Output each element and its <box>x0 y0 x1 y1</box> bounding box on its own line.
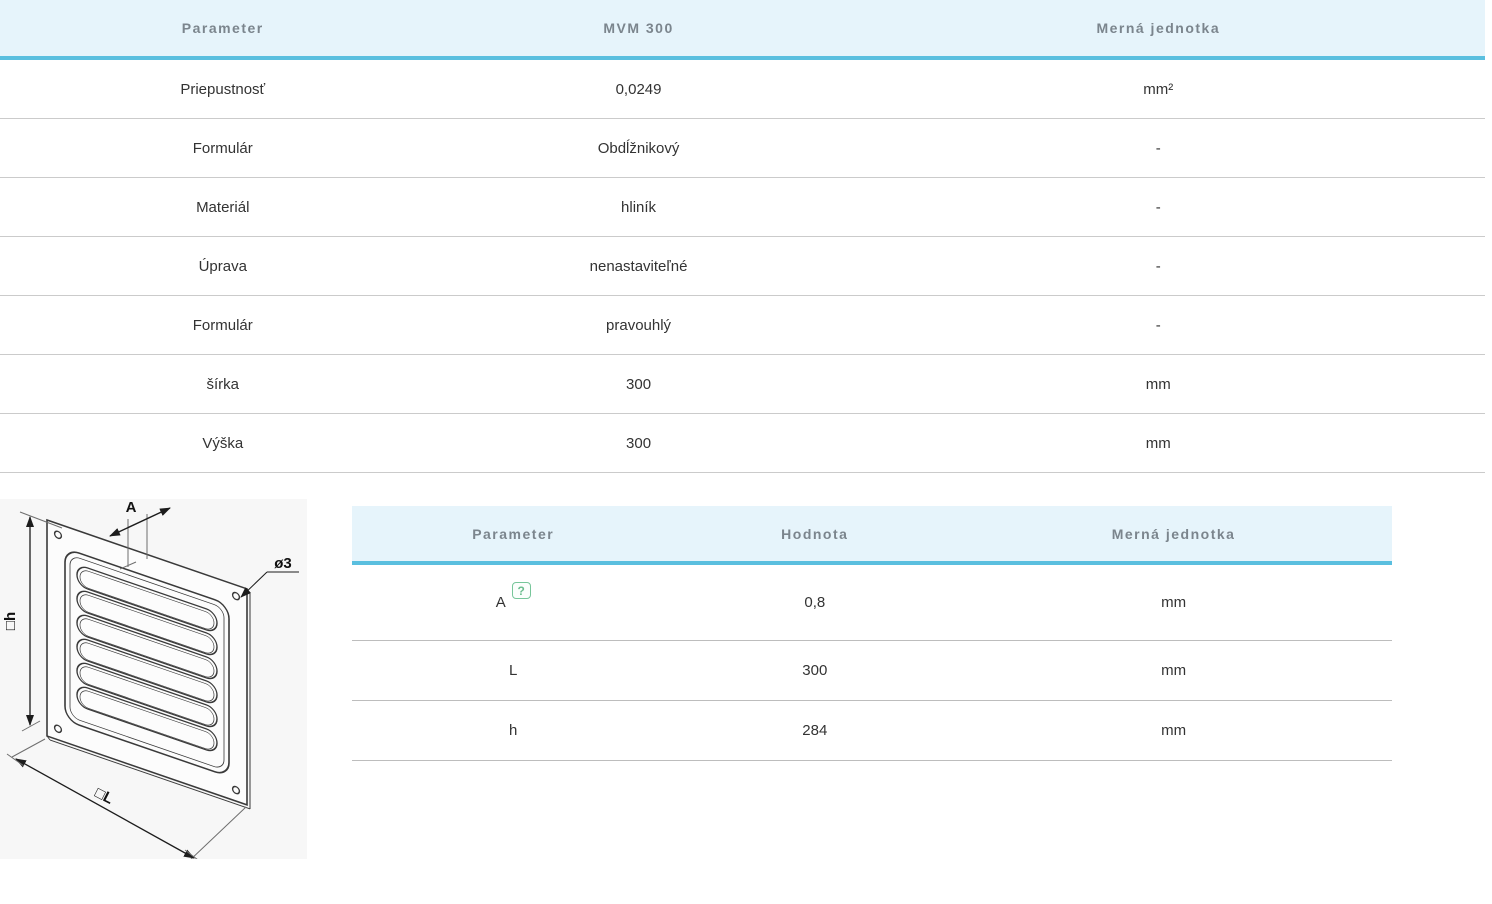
parameter-cell: Výška <box>0 435 446 452</box>
unit-cell: mm <box>955 662 1392 679</box>
unit-cell: - <box>832 258 1485 275</box>
table-row: Priepustnosť 0,0249mm² <box>0 60 1485 119</box>
table-row: Formulár pravouhlý- <box>0 296 1485 355</box>
grille-plate <box>47 520 250 809</box>
dimensions-table-header: Parameter Hodnota Merná jednotka <box>352 506 1392 565</box>
parameter-label: Materiál <box>196 199 249 216</box>
label-length-L: □L <box>92 784 116 807</box>
parameter-label: Výška <box>202 435 243 452</box>
parameter-label: A <box>496 594 506 611</box>
table-row: Materiál hliník- <box>0 178 1485 237</box>
value-cell: 300 <box>674 662 955 679</box>
table-row: Formulár Obdĺžnikový- <box>0 119 1485 178</box>
table-row: Úprava nenastaviteľné- <box>0 237 1485 296</box>
parameter-label: Formulár <box>193 140 253 157</box>
parameter-label: L <box>509 662 517 679</box>
value-cell: 300 <box>446 376 832 393</box>
parameter-label: šírka <box>206 376 239 393</box>
parameter-cell: L <box>352 662 674 679</box>
table-row: h 284mm <box>352 701 1392 761</box>
value-cell: 284 <box>674 722 955 739</box>
table-row: šírka 300mm <box>0 355 1485 414</box>
dimensions-table-body: A?0,8mmL300mmh284mm <box>352 565 1392 761</box>
unit-cell: - <box>832 140 1485 157</box>
parameter-cell: šírka <box>0 376 446 393</box>
parameters-table-header: Parameter MVM 300 Merná jednotka <box>0 0 1485 60</box>
parameter-cell: Úprava <box>0 258 446 275</box>
unit-cell: mm <box>832 376 1485 393</box>
value-cell: nenastaviteľné <box>446 258 832 275</box>
value-cell: hliník <box>446 199 832 216</box>
unit-cell: - <box>832 317 1485 334</box>
column-header-parameter: Parameter <box>0 20 446 36</box>
column-header-unit: Merná jednotka <box>955 526 1392 542</box>
parameter-label: Priepustnosť <box>180 81 265 98</box>
value-cell: 0,0249 <box>446 81 832 98</box>
product-spec-page: Parameter MVM 300 Merná jednotka Priepus… <box>0 0 1492 904</box>
value-cell: Obdĺžnikový <box>446 140 832 157</box>
value-cell: pravouhlý <box>446 317 832 334</box>
parameters-table-body: Priepustnosť 0,0249mm² Formulár Obdĺžnikový… <box>0 60 1485 473</box>
table-row: Výška 300mm <box>0 414 1485 473</box>
parameter-cell: Priepustnosť <box>0 81 446 98</box>
unit-cell: - <box>832 199 1485 216</box>
column-header-model: MVM 300 <box>446 20 832 36</box>
unit-cell: mm <box>955 722 1392 739</box>
unit-cell: mm² <box>832 81 1485 98</box>
label-hole-diameter: ø3 <box>274 555 292 572</box>
table-row: L 300mm <box>352 641 1392 701</box>
parameter-cell: h <box>352 722 674 739</box>
dimensions-table: Parameter Hodnota Merná jednotka A?0,8mm… <box>352 506 1392 761</box>
value-cell: 0,8 <box>674 594 955 611</box>
parameter-label: h <box>509 722 517 739</box>
grille-technical-drawing: A ø3 □h □L <box>0 499 307 859</box>
column-header-parameter: Parameter <box>352 526 674 542</box>
help-badge[interactable]: ? <box>512 582 531 599</box>
parameter-cell: Formulár <box>0 317 446 334</box>
parameters-table: Parameter MVM 300 Merná jednotka Priepus… <box>0 0 1485 473</box>
parameter-label: Formulár <box>193 317 253 334</box>
column-header-value: Hodnota <box>674 526 955 542</box>
grille-diagram-svg: A ø3 □h □L <box>0 499 307 859</box>
parameter-cell: Formulár <box>0 140 446 157</box>
unit-cell: mm <box>955 594 1392 611</box>
unit-cell: mm <box>832 435 1485 452</box>
column-header-unit: Merná jednotka <box>832 20 1485 36</box>
value-cell: 300 <box>446 435 832 452</box>
parameter-label: Úprava <box>199 258 247 275</box>
label-pitch-A: A <box>126 499 137 516</box>
table-row: A?0,8mm <box>352 565 1392 641</box>
label-height-h: □h <box>2 612 19 630</box>
parameter-cell: A? <box>352 594 674 611</box>
parameter-cell: Materiál <box>0 199 446 216</box>
